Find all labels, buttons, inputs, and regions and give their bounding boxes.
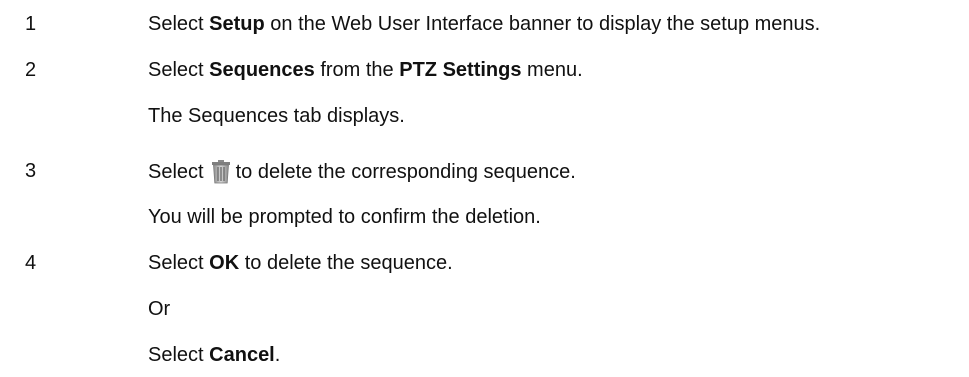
step-note: The Sequences tab displays. [148,105,405,127]
step-2: 2 Select Sequences from the PTZ Settings… [0,59,969,89]
step-4-alternative: Or [0,298,969,328]
step-4: 4 Select OK to delete the sequence. [0,252,969,282]
step-number: 4 [25,252,37,274]
step-alt-word: Or [148,298,171,320]
step-text: Select Setup on the Web User Interface b… [148,13,821,35]
step-note: You will be prompted to confirm the dele… [148,206,541,228]
step-text: Select OK to delete the sequence. [148,252,453,274]
ui-term-sequences: Sequences [209,59,315,81]
ui-term-ptz-settings: PTZ Settings [399,59,522,81]
step-3-note: You will be prompted to confirm the dele… [0,206,969,236]
ui-term-ok: OK [209,252,240,274]
ui-term-setup: Setup [209,13,265,35]
step-text: Select to delete the corresponding seque… [148,160,576,190]
step-text: Select Sequences from the PTZ Settings m… [148,59,583,81]
step-3: 3 Select to delete the corresponding seq… [0,160,969,190]
step-2-note: The Sequences tab displays. [0,105,969,135]
trash-icon [211,160,230,190]
step-4-alt-action: Select Cancel. [0,344,969,374]
step-1: 1 Select Setup on the Web User Interface… [0,13,969,43]
ui-term-cancel: Cancel [209,344,275,366]
step-number: 3 [25,160,37,182]
step-number: 1 [25,13,37,35]
step-number: 2 [25,59,37,81]
step-text: Select Cancel. [148,344,281,366]
